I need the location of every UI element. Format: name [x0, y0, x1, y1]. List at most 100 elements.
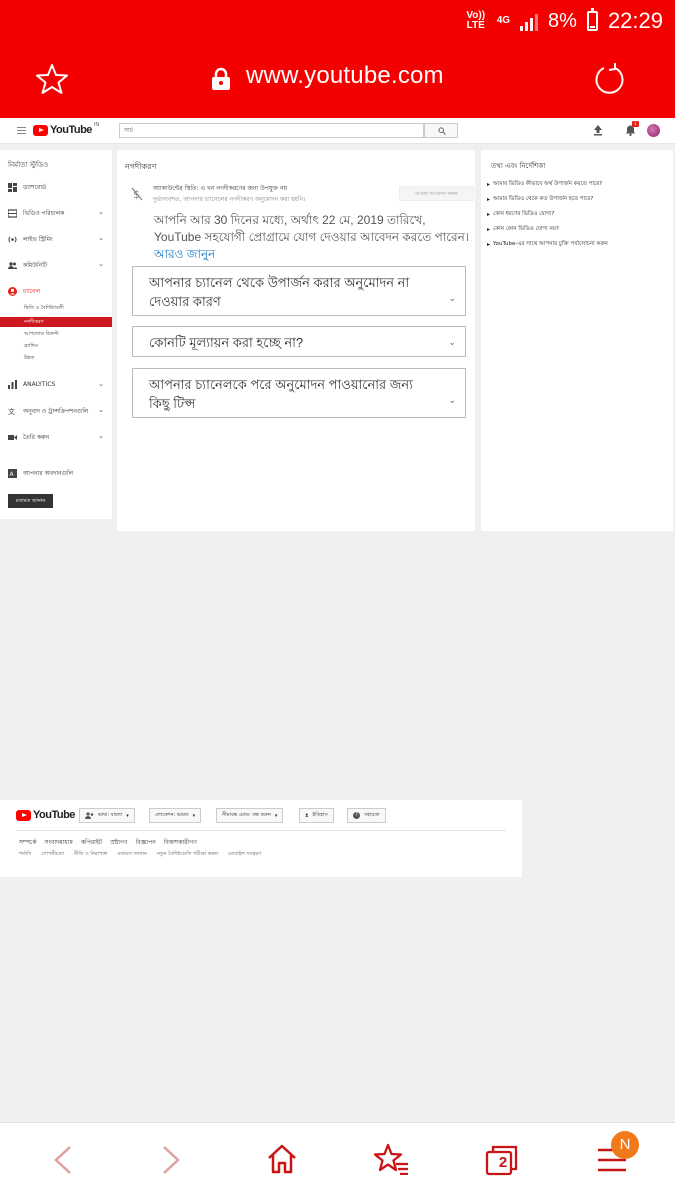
reload-icon[interactable]	[593, 62, 627, 96]
accordion-rejection-reasons[interactable]: আপনার চ্যানেল থেকে উপার্জন করার অনুমোদন …	[132, 266, 466, 316]
lock-icon	[212, 67, 230, 90]
chevron-down-icon: ⌄	[98, 432, 104, 440]
dropdown-arrow-icon: ▾	[192, 812, 196, 819]
help-circle-icon: ?	[353, 812, 360, 819]
footer-link[interactable]: সম্পর্কে	[19, 837, 37, 848]
svg-text:文: 文	[8, 407, 15, 416]
history-button[interactable]: ⧗ ইতিহাস	[299, 808, 334, 823]
help-link[interactable]: আমার ভিডিও থেকে কত উপার্জন হতে পারে?	[487, 196, 593, 204]
sidebar-item-live-streaming[interactable]: লাইভ স্ট্রিমিং ⌄	[8, 234, 104, 245]
dropdown-arrow-icon: ▾	[126, 812, 129, 819]
account-avatar[interactable]	[647, 124, 660, 137]
video-camera-icon	[8, 433, 17, 442]
dropdown-arrow-icon: ▾	[274, 812, 278, 819]
sidebar-subitem-monetization[interactable]: নগদীকরণ	[0, 317, 112, 327]
footer-link[interactable]: গোপনীয়তা	[41, 851, 64, 859]
sidebar-subitem-status[interactable]: স্থিতি ও বৈশিষ্ট্যাবলী	[24, 305, 64, 313]
address-bar[interactable]: www.youtube.com	[246, 62, 444, 90]
home-icon[interactable]	[266, 1143, 298, 1175]
footer-link[interactable]: বিকাশকারীগণ	[164, 837, 197, 848]
sidebar-item-contributions[interactable]: A আপনার অবদানগুলি	[8, 468, 104, 479]
youtube-footer: YouTube ভাষা: বাংলা ▾ লোকেশন: ভারত ▾ সীমাব…	[0, 800, 522, 877]
sidebar-subitem-branding[interactable]: ব্র্যান্ডিং	[24, 343, 38, 351]
status-bar: Vo)) LTE 4G 8% 22:29	[465, 8, 663, 34]
search-input[interactable]: সার্চ	[119, 123, 424, 138]
accordion-approval-tips[interactable]: আপনার চ্যানেলকে পরে অনুমোদন পাওয়ানোর জন…	[132, 368, 466, 418]
bookmark-star-icon[interactable]	[36, 63, 68, 95]
footer-link[interactable]: মোবাইল সংস্করণ	[228, 851, 261, 859]
video-manager-icon	[7, 209, 18, 218]
live-streaming-icon	[8, 235, 17, 244]
help-link[interactable]: YouTube-এর সাথে আপনার চুক্তি পর্যালোচনা …	[487, 241, 608, 249]
youtube-logo[interactable]: YouTube IN	[33, 122, 99, 136]
hourglass-icon: ⧗	[305, 812, 309, 819]
monetization-panel: নগদীকরণ $ অ্যাকাউন্টের স্থিতি: এ খন নগদী…	[117, 150, 475, 531]
footer-link[interactable]: নীতি ও নিরাপত্তা	[74, 851, 108, 859]
forward-arrow-icon[interactable]	[160, 1145, 182, 1175]
menu-icon[interactable]	[17, 127, 26, 134]
footer-link[interactable]: স্রষ্টাগণ	[110, 837, 127, 848]
help-link[interactable]: কোন ধরণের ভিডিও যোগ্য?	[487, 211, 554, 219]
clock: 22:29	[607, 8, 663, 33]
notification-count-badge: 1	[632, 121, 639, 127]
accordion-not-evaluated[interactable]: কোনটি মূল্যায়ন করা হচ্ছে না? ⌄	[132, 326, 466, 357]
battery-icon	[586, 8, 598, 31]
language-selector[interactable]: ভাষা: বাংলা ▾	[79, 808, 135, 823]
community-icon	[8, 261, 17, 270]
sidebar-item-channel[interactable]: চ্যানেল	[8, 286, 104, 297]
sidebar-item-video-manager[interactable]: ভিডিও পরিচালক ⌄	[7, 208, 104, 219]
chevron-down-icon: ⌄	[98, 260, 104, 268]
browser-toolbar: Vo)) LTE 4G 8% 22:29 www.youtube.com	[0, 0, 675, 118]
battery-percent: 8%	[548, 9, 577, 32]
apply-again-button[interactable]: আবার আবেদন করুন	[399, 186, 474, 201]
page-title: নগদীকরণ	[125, 162, 157, 171]
sidebar-item-dashboard[interactable]: ড্যাশবোর্ড	[8, 182, 104, 193]
sidebar-item-translations[interactable]: 文 অনুবাদ ও ট্রান্সক্রিপশনগুলি ⌄	[8, 406, 104, 417]
footer-divider	[16, 830, 506, 831]
footer-link[interactable]: কপিরাইট	[81, 837, 102, 848]
sidebar-title: নির্মাতা স্টুডিও	[8, 161, 49, 169]
sidebar-item-create[interactable]: তৈরি করুন ⌄	[8, 432, 104, 443]
restricted-mode-selector[interactable]: সীমাবদ্ধ মোড: বন্ধ করুন ▾	[216, 808, 284, 823]
bookmarks-star-list-icon[interactable]	[374, 1143, 410, 1175]
youtube-play-icon	[16, 809, 31, 821]
footer-secondary-links: শর্তাদি গোপনীয়তা নীতি ও নিরাপত্তা মতামত…	[19, 851, 261, 859]
dashboard-icon	[8, 183, 17, 192]
footer-primary-links: সম্পর্কে সংবাদমাধ্যম কপিরাইট স্রষ্টাগণ ব…	[19, 837, 197, 848]
upload-icon[interactable]	[593, 125, 603, 136]
help-button[interactable]: ? সহায়তা	[347, 808, 386, 823]
footer-link[interactable]: নতুন বৈশিষ্ট্যগুলি পরীক্ষা করুন	[157, 851, 218, 859]
sidebar-item-analytics[interactable]: ANALYTICS ⌄	[8, 380, 104, 389]
help-title: তথ্য এবং নির্দেশিকা	[491, 162, 546, 170]
language-person-icon	[85, 812, 94, 819]
translate-icon: 文	[8, 407, 17, 416]
tab-count: 2	[498, 1154, 508, 1171]
help-link[interactable]: আমার ভিডিও কীভাবে অর্থ উপার্জন করতে পারে…	[487, 181, 602, 189]
search-button[interactable]	[424, 123, 458, 138]
chevron-down-icon: ⌄	[98, 406, 104, 414]
sidebar-subitem-upload-defaults[interactable]: আপলোড ডিফল্ট	[24, 331, 59, 339]
chevron-down-icon: ⌄	[98, 208, 104, 216]
chevron-down-icon: ⌄	[98, 380, 104, 388]
network-type: 4G	[496, 15, 511, 26]
location-selector[interactable]: লোকেশন: ভারত ▾	[149, 808, 202, 823]
account-status-subtext: দুর্ভাগ্যবশত, আপনার চ্যানেলের নগদীকরণ অন…	[153, 196, 306, 203]
footer-link[interactable]: বিজ্ঞাপন	[136, 837, 156, 848]
footer-link[interactable]: মতামত জানান	[117, 851, 146, 859]
search-icon	[438, 127, 446, 135]
learn-more-link[interactable]: আরও জানুন	[154, 247, 215, 261]
footer-youtube-logo[interactable]: YouTube	[16, 809, 75, 821]
creator-studio-sidebar: নির্মাতা স্টুডিও ড্যাশবোর্ড ভিডিও পরিচাল…	[0, 150, 112, 519]
chevron-down-icon: ⌄	[448, 337, 456, 347]
chevron-down-icon: ⌄	[448, 395, 456, 405]
monetization-off-icon: $	[131, 187, 143, 201]
youtube-play-icon	[33, 124, 48, 136]
back-arrow-icon[interactable]	[52, 1145, 74, 1175]
sidebar-subitem-advanced[interactable]: উন্নত	[24, 355, 35, 363]
footer-link[interactable]: সংবাদমাধ্যম	[45, 837, 73, 848]
help-link[interactable]: কোন কোন ভিডিও যোগ্য নয়?	[487, 226, 559, 234]
feedback-button[interactable]: মতামত জানান	[8, 494, 53, 508]
footer-link[interactable]: শর্তাদি	[19, 851, 31, 859]
sidebar-item-community[interactable]: কমিউনিটি ⌄	[8, 260, 104, 271]
contributions-icon: A	[8, 469, 17, 478]
